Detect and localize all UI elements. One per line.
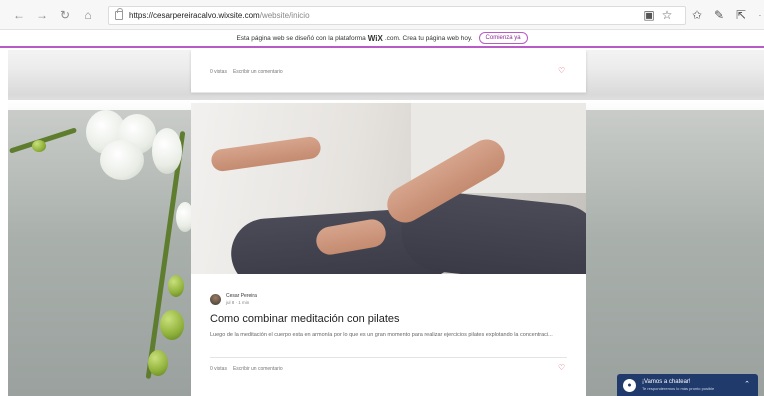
page-content: 0 vistas Escribir un comentario ♡ Cesar … <box>0 50 764 396</box>
orchid-petal <box>152 128 182 174</box>
post-card[interactable]: Cesar Pereira jul 8 · 1 min Como combina… <box>191 103 586 396</box>
orchid-bud <box>160 310 184 340</box>
post-date: jul 8 · 1 min <box>226 300 250 305</box>
banner-text: Esta página web se diseñó con la platafo… <box>236 34 366 42</box>
share-icon[interactable]: ⇱ <box>733 7 749 23</box>
forward-icon[interactable]: → <box>33 6 51 24</box>
wix-logo[interactable]: WiX <box>368 34 383 43</box>
back-icon[interactable]: ← <box>10 6 28 24</box>
favorites-icon[interactable]: ✩ <box>689 7 705 23</box>
views-count: 0 vistas <box>210 366 227 372</box>
divider <box>210 357 567 358</box>
home-icon[interactable]: ⌂ <box>79 6 97 24</box>
post-meta: 0 vistas Escribir un comentario <box>210 366 283 372</box>
orchid-bud <box>148 350 168 376</box>
chat-widget[interactable]: ● ¡Vamos a chatear! Te responderemos lo … <box>617 374 758 396</box>
refresh-icon[interactable]: ↻ <box>56 6 74 24</box>
chevron-up-icon[interactable]: ⌃ <box>744 380 750 388</box>
comment-link[interactable]: Escribir un comentario <box>233 366 283 372</box>
post-image[interactable] <box>191 103 586 274</box>
lock-icon <box>115 8 123 20</box>
post-card-previous[interactable]: 0 vistas Escribir un comentario ♡ <box>191 50 586 93</box>
post-meta: 0 vistas Escribir un comentario <box>210 69 283 75</box>
orchid-petal <box>100 140 144 180</box>
views-count: 0 vistas <box>210 69 227 75</box>
heart-icon[interactable]: ♡ <box>558 67 567 75</box>
post-date-value: jul 8 <box>226 300 235 305</box>
avatar[interactable] <box>210 293 221 305</box>
orchid-bud <box>168 275 184 297</box>
arm-shape <box>210 135 322 173</box>
chat-bubble-icon: ● <box>623 378 636 392</box>
read-time: 1 min <box>238 300 250 305</box>
start-now-button[interactable]: Comienza ya <box>478 32 528 44</box>
chat-title: ¡Vamos a chatear! <box>642 379 691 385</box>
favorite-star-icon[interactable]: ☆ <box>659 7 675 23</box>
url-path: /website/inicio <box>259 11 310 20</box>
url-host: https://cesarpereiracalvo.wixsite.com <box>129 11 260 20</box>
reading-view-icon[interactable]: ▣ <box>641 7 657 23</box>
author-name[interactable]: Cesar Pereira <box>226 293 257 299</box>
post-title[interactable]: Como combinar meditación con pilates <box>210 313 400 325</box>
comment-link[interactable]: Escribir un comentario <box>233 69 283 75</box>
post-excerpt: Luego de la meditación el cuerpo esta en… <box>210 332 553 338</box>
banner-text-after: .com. Crea tu página web hoy. <box>384 34 473 42</box>
pen-icon[interactable]: ✎ <box>711 7 727 23</box>
address-bar[interactable]: https://cesarpereiracalvo.wixsite.com/we… <box>108 6 686 25</box>
wix-banner: Esta página web se diseñó con la platafo… <box>0 30 764 48</box>
more-icon[interactable]: · <box>752 7 764 23</box>
browser-toolbar: ← → ↻ ⌂ https://cesarpereiracalvo.wixsit… <box>0 0 764 30</box>
post-author[interactable]: Cesar Pereira jul 8 · 1 min <box>210 293 257 305</box>
chat-subtitle: Te responderemos lo más pronto posible <box>642 386 715 391</box>
heart-icon[interactable]: ♡ <box>558 364 567 372</box>
orchid-bud <box>32 140 46 152</box>
